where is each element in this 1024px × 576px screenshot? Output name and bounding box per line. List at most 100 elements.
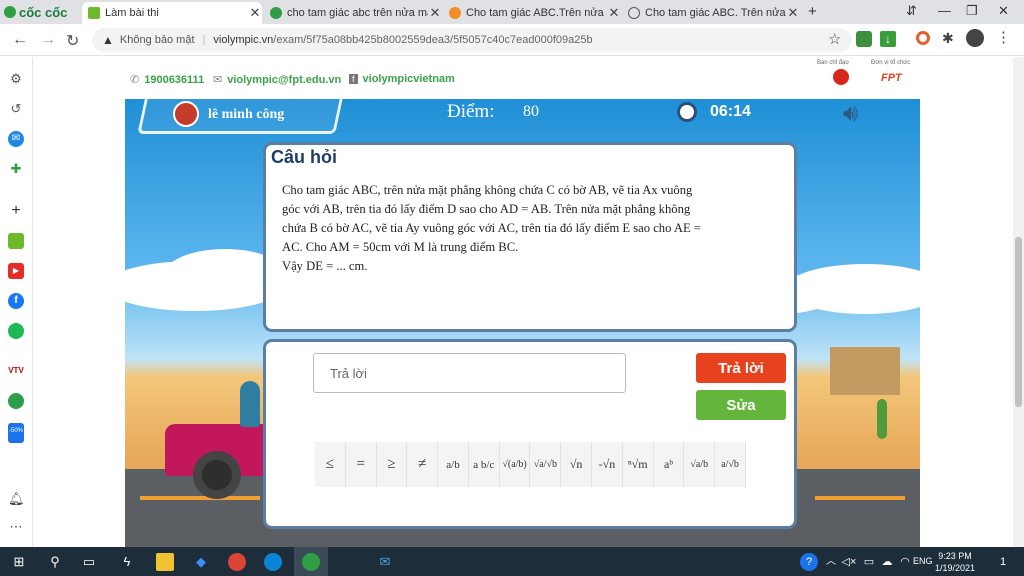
reload-icon[interactable]: ↻ bbox=[66, 31, 79, 51]
lightning-app-icon[interactable]: ϟ bbox=[118, 553, 136, 571]
tab-hoc24[interactable]: Cho tam giác ABC.Trên nửa m ✕ bbox=[443, 2, 621, 24]
help-icon[interactable]: ? bbox=[800, 553, 818, 571]
mail-icon: ✉ bbox=[213, 74, 223, 86]
extension-icon[interactable] bbox=[856, 31, 872, 47]
tiki-icon[interactable]: -50% bbox=[8, 423, 24, 443]
scrollbar[interactable] bbox=[1013, 57, 1024, 547]
sponsor-label-2: Đơn vị tổ chức bbox=[871, 60, 911, 66]
math-symbol-button[interactable]: ≥ bbox=[377, 442, 408, 487]
math-symbol-button[interactable]: -√n bbox=[592, 442, 623, 487]
coccoc-game-icon[interactable] bbox=[8, 393, 24, 409]
globe-icon bbox=[628, 7, 640, 19]
game-area: lê minh công Điểm: 80 06:14 🔊︎ Câu hỏi C… bbox=[125, 99, 920, 547]
math-symbol-button[interactable]: ≤ bbox=[315, 442, 346, 487]
coccoc-taskbar-icon[interactable] bbox=[302, 553, 320, 571]
facebook-icon[interactable]: f bbox=[8, 293, 24, 309]
task-view-icon[interactable]: ▭ bbox=[80, 553, 98, 571]
coccoc-icon bbox=[4, 6, 16, 18]
windows-start-icon[interactable]: ⊞ bbox=[10, 553, 28, 571]
search-icon[interactable]: ⚲ bbox=[46, 553, 64, 571]
settings-icon[interactable]: ⚙ bbox=[8, 71, 24, 87]
submit-button[interactable]: Trả lời bbox=[696, 353, 786, 383]
restore-icon[interactable]: ❐ bbox=[966, 3, 978, 19]
close-icon[interactable]: ✕ bbox=[786, 5, 800, 21]
battery-icon[interactable]: ▭ bbox=[860, 553, 878, 571]
math-symbol-bar: ≤ = ≥ ≠ a/b a b/c √(a/b) √a/√b √n -√n ⁿ√… bbox=[315, 442, 746, 487]
url-path: /exam/5f75a08bb425b8002559dea3/5f5057c40… bbox=[273, 34, 593, 46]
file-explorer-icon[interactable] bbox=[156, 553, 174, 571]
star-icon[interactable]: ☆ bbox=[828, 30, 841, 48]
tab-search-icon[interactable]: ⇵ bbox=[906, 3, 917, 19]
close-icon[interactable]: ✕ bbox=[607, 5, 621, 21]
math-symbol-button[interactable]: = bbox=[346, 442, 377, 487]
tab-lam-bai-thi[interactable]: Làm bài thi ✕ bbox=[82, 2, 262, 24]
math-symbol-button[interactable]: aᵇ bbox=[654, 442, 685, 487]
close-icon[interactable]: ✕ bbox=[248, 5, 262, 21]
minimize-icon[interactable]: — bbox=[938, 3, 951, 18]
math-symbol-button[interactable]: √(a/b) bbox=[500, 442, 531, 487]
answer-input[interactable]: Trả lời bbox=[313, 353, 626, 393]
youtube-icon[interactable]: ▶ bbox=[8, 263, 24, 279]
download-icon[interactable]: ↓ bbox=[880, 31, 896, 47]
math-symbol-button[interactable]: a/√b bbox=[715, 442, 746, 487]
math-symbol-button[interactable]: ≠ bbox=[407, 442, 439, 487]
math-symbol-button[interactable]: √a/b bbox=[684, 442, 716, 487]
volume-icon[interactable]: ◁× bbox=[840, 553, 858, 571]
back-icon[interactable]: ← bbox=[12, 31, 28, 49]
score-label: Điểm: bbox=[447, 101, 495, 122]
tab-search[interactable]: cho tam giác abc trên nửa mặt ✕ bbox=[264, 2, 442, 24]
messenger-icon[interactable]: ✉ bbox=[8, 131, 24, 147]
menu-icon[interactable]: ⋮ bbox=[996, 28, 1011, 46]
tab-title: Cho tam giác ABC.Trên nửa m bbox=[466, 7, 607, 19]
coccoc-extension-icon[interactable] bbox=[916, 31, 930, 45]
puzzle-icon[interactable]: ✱ bbox=[942, 30, 954, 47]
logo-text: cốc cốc bbox=[19, 4, 68, 20]
fpt-logo: FPT bbox=[881, 72, 902, 84]
mail-taskbar-icon[interactable]: ✉ bbox=[376, 553, 394, 571]
vtv-icon[interactable]: VTV bbox=[8, 363, 24, 379]
profile-icon[interactable] bbox=[966, 29, 984, 47]
math-symbol-button[interactable]: a/b bbox=[438, 442, 469, 487]
math-symbol-button[interactable]: a b/c bbox=[469, 442, 500, 487]
math-symbol-button[interactable]: √n bbox=[561, 442, 593, 487]
system-clock[interactable]: 9:23 PM 1/19/2021 bbox=[935, 550, 975, 574]
road-dash bbox=[140, 496, 260, 500]
clock-date: 1/19/2021 bbox=[935, 563, 976, 573]
notification-center-icon[interactable]: 1 bbox=[994, 553, 1012, 571]
url-bar[interactable]: ▲ Không bảo mật | violympic.vn /exam/5f7… bbox=[92, 28, 852, 52]
close-icon[interactable]: ✕ bbox=[428, 5, 442, 21]
road-dash bbox=[815, 496, 905, 500]
dropbox-icon[interactable]: ◆ bbox=[192, 553, 210, 571]
history-icon[interactable]: ↺ bbox=[8, 101, 24, 117]
forward-icon[interactable]: → bbox=[40, 31, 56, 49]
add-icon[interactable]: + bbox=[8, 203, 24, 219]
edge-icon[interactable] bbox=[264, 553, 282, 571]
tab-title: cho tam giác abc trên nửa mặt bbox=[287, 7, 428, 19]
separator: | bbox=[202, 34, 206, 46]
onedrive-icon[interactable]: ☁ bbox=[878, 553, 896, 571]
wifi-icon[interactable]: ◠ bbox=[896, 553, 914, 571]
chrome-icon[interactable] bbox=[228, 553, 246, 571]
coccoc-logo[interactable]: cốc cốc bbox=[4, 2, 82, 22]
avatar bbox=[173, 101, 199, 127]
new-tab-button[interactable]: + bbox=[808, 3, 817, 20]
edit-button[interactable]: Sửa bbox=[696, 390, 786, 420]
game-icon[interactable]: ✚ bbox=[8, 161, 24, 177]
question-text: Cho tam giác ABC, trên nửa mặt phẳng khô… bbox=[282, 183, 701, 254]
math-symbol-button[interactable]: √a/√b bbox=[530, 442, 562, 487]
tab-title: Cho tam giác ABC. Trên nửa m bbox=[645, 7, 786, 19]
notification-bell-icon[interactable]: 🔔︎ bbox=[8, 491, 25, 507]
math-symbol-button[interactable]: ⁿ√m bbox=[623, 442, 654, 487]
tab-globe[interactable]: Cho tam giác ABC. Trên nửa m ✕ bbox=[622, 2, 800, 24]
language-indicator[interactable]: ENG bbox=[913, 556, 933, 566]
sponsor-label-1: Ban chỉ đạo bbox=[817, 60, 849, 66]
more-icon[interactable]: ⋯ bbox=[8, 519, 24, 535]
taskbar: ⊞ ⚲ ▭ ϟ ◆ ✉ ? ︿ ◁× ▭ ☁ ◠ ENG 9:23 PM 1/1… bbox=[0, 547, 1024, 576]
speaker-icon[interactable]: 🔊︎ bbox=[843, 101, 877, 127]
chevron-up-icon[interactable]: ︿ bbox=[822, 553, 840, 571]
spotify-icon[interactable] bbox=[8, 323, 24, 339]
question-ask: Vậy DE = ... cm. bbox=[282, 259, 368, 273]
violympic-sidebar-icon[interactable] bbox=[8, 233, 24, 249]
close-window-icon[interactable]: ✕ bbox=[998, 3, 1009, 19]
scrollbar-thumb[interactable] bbox=[1015, 237, 1022, 407]
